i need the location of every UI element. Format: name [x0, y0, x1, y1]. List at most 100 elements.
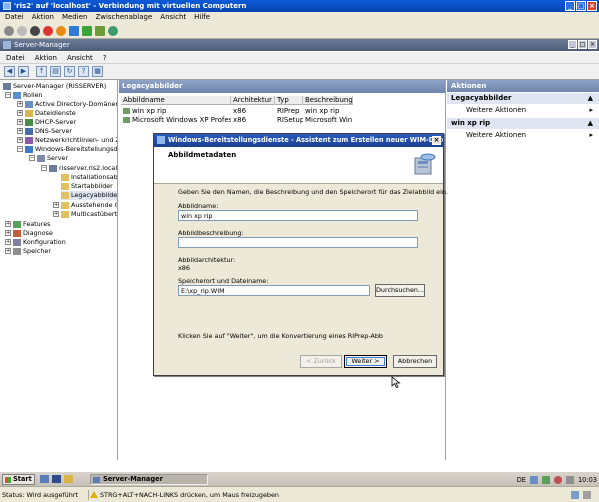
- back-icon[interactable]: ◀: [4, 66, 15, 77]
- expand-icon[interactable]: +: [53, 211, 59, 217]
- collapse-icon[interactable]: −: [41, 165, 47, 171]
- clock[interactable]: 10:03: [578, 476, 597, 484]
- vm-menu-datei[interactable]: Datei: [5, 12, 24, 23]
- resume-icon[interactable]: [82, 25, 92, 36]
- start-button[interactable]: Start: [2, 474, 35, 485]
- tree-multicast[interactable]: + Multicastübertr.: [53, 210, 117, 219]
- server-manager-titlebar[interactable]: Server-Manager _ □ ×: [0, 39, 599, 51]
- collapse-up-icon[interactable]: ▲: [588, 93, 593, 104]
- save-state-icon[interactable]: [56, 25, 66, 36]
- sm-menu-datei[interactable]: Datei: [6, 52, 25, 63]
- tree-dateidienste[interactable]: + Dateidienste: [17, 109, 76, 118]
- start-icon[interactable]: [17, 25, 27, 36]
- language-indicator[interactable]: DE: [517, 476, 526, 484]
- expand-icon[interactable]: +: [17, 119, 23, 125]
- help-icon[interactable]: ?: [78, 66, 89, 77]
- maximize-button[interactable]: □: [576, 1, 586, 11]
- tree-root[interactable]: Server-Manager (RISSERVER): [3, 82, 106, 91]
- column-typ[interactable]: Typ: [275, 96, 303, 105]
- tree-rollen[interactable]: − Rollen: [5, 91, 43, 100]
- network-icon[interactable]: [529, 475, 538, 484]
- tree-speicher[interactable]: + Speicher: [5, 247, 51, 256]
- expand-icon[interactable]: +: [5, 221, 11, 227]
- quicklaunch-powershell-icon[interactable]: [52, 475, 61, 483]
- tree-dns[interactable]: + DNS-Server: [17, 127, 72, 136]
- list-row[interactable]: Microsoft Windows XP Professional x86 RI…: [121, 116, 353, 125]
- tree-startabbilder[interactable]: Startabbilder: [61, 182, 113, 191]
- expand-icon[interactable]: +: [17, 110, 23, 116]
- column-beschreibung[interactable]: Beschreibung: [303, 96, 353, 105]
- tree-risserver[interactable]: − risserver.ris2.local: [41, 164, 117, 173]
- collapse-icon[interactable]: −: [17, 146, 23, 152]
- browse-button[interactable]: Durchsuchen...: [375, 284, 425, 297]
- security-icon[interactable]: [553, 475, 562, 484]
- tree-dhcp[interactable]: + DHCP-Server: [17, 118, 76, 127]
- image-description-input[interactable]: [178, 237, 418, 248]
- show-tree-icon[interactable]: ▤: [50, 66, 61, 77]
- quicklaunch-explorer-icon[interactable]: [64, 475, 73, 483]
- tree-netzwerk[interactable]: + Netzwerkrichtlinien- und Zu: [17, 136, 117, 145]
- action-weitere-aktionen-2[interactable]: Weitere Aktionen ▸: [447, 129, 599, 141]
- expand-icon[interactable]: +: [53, 202, 59, 208]
- actions-section-legacyabbilder[interactable]: Legacyabbilder ▲: [447, 93, 599, 104]
- tree-server[interactable]: − Server: [29, 154, 68, 163]
- cancel-button[interactable]: Abbrechen: [393, 355, 437, 368]
- vm-menu-zwischenablage[interactable]: Zwischenablage: [95, 12, 152, 23]
- collapse-icon[interactable]: −: [29, 155, 35, 161]
- tree-wds[interactable]: − Windows-Bereitstellungsdie: [17, 145, 117, 154]
- expand-icon[interactable]: +: [17, 137, 23, 143]
- snapshot-icon[interactable]: [95, 25, 105, 36]
- action-weitere-aktionen[interactable]: Weitere Aktionen ▸: [447, 104, 599, 116]
- collapse-up-icon[interactable]: ▲: [588, 118, 593, 129]
- sm-maximize-button[interactable]: □: [578, 40, 587, 49]
- next-button[interactable]: Weiter >: [344, 355, 387, 368]
- revert-icon[interactable]: [108, 25, 118, 36]
- ctrl-alt-del-icon[interactable]: [4, 25, 14, 36]
- tree-ad[interactable]: + Active Directory-Domänend: [17, 100, 117, 109]
- collapse-icon[interactable]: −: [5, 92, 11, 98]
- close-button[interactable]: ×: [587, 1, 597, 11]
- taskbar-server-manager[interactable]: Server-Manager: [90, 474, 208, 485]
- volume-icon[interactable]: [565, 475, 574, 484]
- vm-menu-hilfe[interactable]: Hilfe: [194, 12, 210, 23]
- sm-menu-ansicht[interactable]: Ansicht: [67, 52, 93, 63]
- tree-diagnose[interactable]: + Diagnose: [5, 229, 53, 238]
- expand-icon[interactable]: +: [17, 128, 23, 134]
- sm-menu-help[interactable]: ?: [103, 52, 107, 63]
- vm-window-titlebar[interactable]: 'ris2' auf 'localhost' - Verbindung mit …: [0, 0, 599, 12]
- tree-features[interactable]: + Features: [5, 220, 50, 229]
- wizard-titlebar[interactable]: Windows-Bereitstellungsdienste - Assiste…: [154, 134, 443, 147]
- list-row[interactable]: win xp rip x86 RIPrep win xp rip: [121, 107, 353, 116]
- sm-close-button[interactable]: ×: [588, 40, 597, 49]
- column-architektur[interactable]: Architektur: [231, 96, 275, 105]
- expand-icon[interactable]: +: [17, 101, 23, 107]
- update-icon[interactable]: [541, 475, 550, 484]
- sm-menu-aktion[interactable]: Aktion: [35, 52, 57, 63]
- up-folder-icon[interactable]: ↑: [36, 66, 47, 77]
- pause-icon[interactable]: [69, 25, 79, 36]
- back-button[interactable]: < Zurück: [300, 355, 342, 368]
- actions-section-win-xp-rip[interactable]: win xp rip ▲: [447, 118, 599, 129]
- vm-menu-ansicht[interactable]: Ansicht: [160, 12, 186, 23]
- refresh-icon[interactable]: ↻: [64, 66, 75, 77]
- path-input[interactable]: [178, 285, 370, 296]
- expand-icon[interactable]: +: [5, 230, 11, 236]
- vm-menu-medien[interactable]: Medien: [62, 12, 87, 23]
- expand-icon[interactable]: +: [5, 239, 11, 245]
- minimize-button[interactable]: _: [565, 1, 575, 11]
- vm-menu-aktion[interactable]: Aktion: [32, 12, 54, 23]
- tree-installationsabbilder[interactable]: Installationsabb: [61, 173, 117, 182]
- sm-minimize-button[interactable]: _: [568, 40, 577, 49]
- tree-legacyabbilder[interactable]: Legacyabbilder: [61, 191, 117, 200]
- quicklaunch-server-manager-icon[interactable]: [40, 475, 49, 483]
- properties-icon[interactable]: ▦: [92, 66, 103, 77]
- image-name-input[interactable]: [178, 210, 418, 221]
- forward-icon[interactable]: ▶: [18, 66, 29, 77]
- expand-icon[interactable]: +: [5, 248, 11, 254]
- tree-konfiguration[interactable]: + Konfiguration: [5, 238, 66, 247]
- wizard-close-button[interactable]: ×: [432, 136, 441, 145]
- turn-off-icon[interactable]: [30, 25, 40, 36]
- tree-ausstehend[interactable]: + Ausstehende G: [53, 201, 117, 210]
- column-abbildname[interactable]: Abbildname: [121, 96, 231, 105]
- shutdown-icon[interactable]: [43, 25, 53, 36]
